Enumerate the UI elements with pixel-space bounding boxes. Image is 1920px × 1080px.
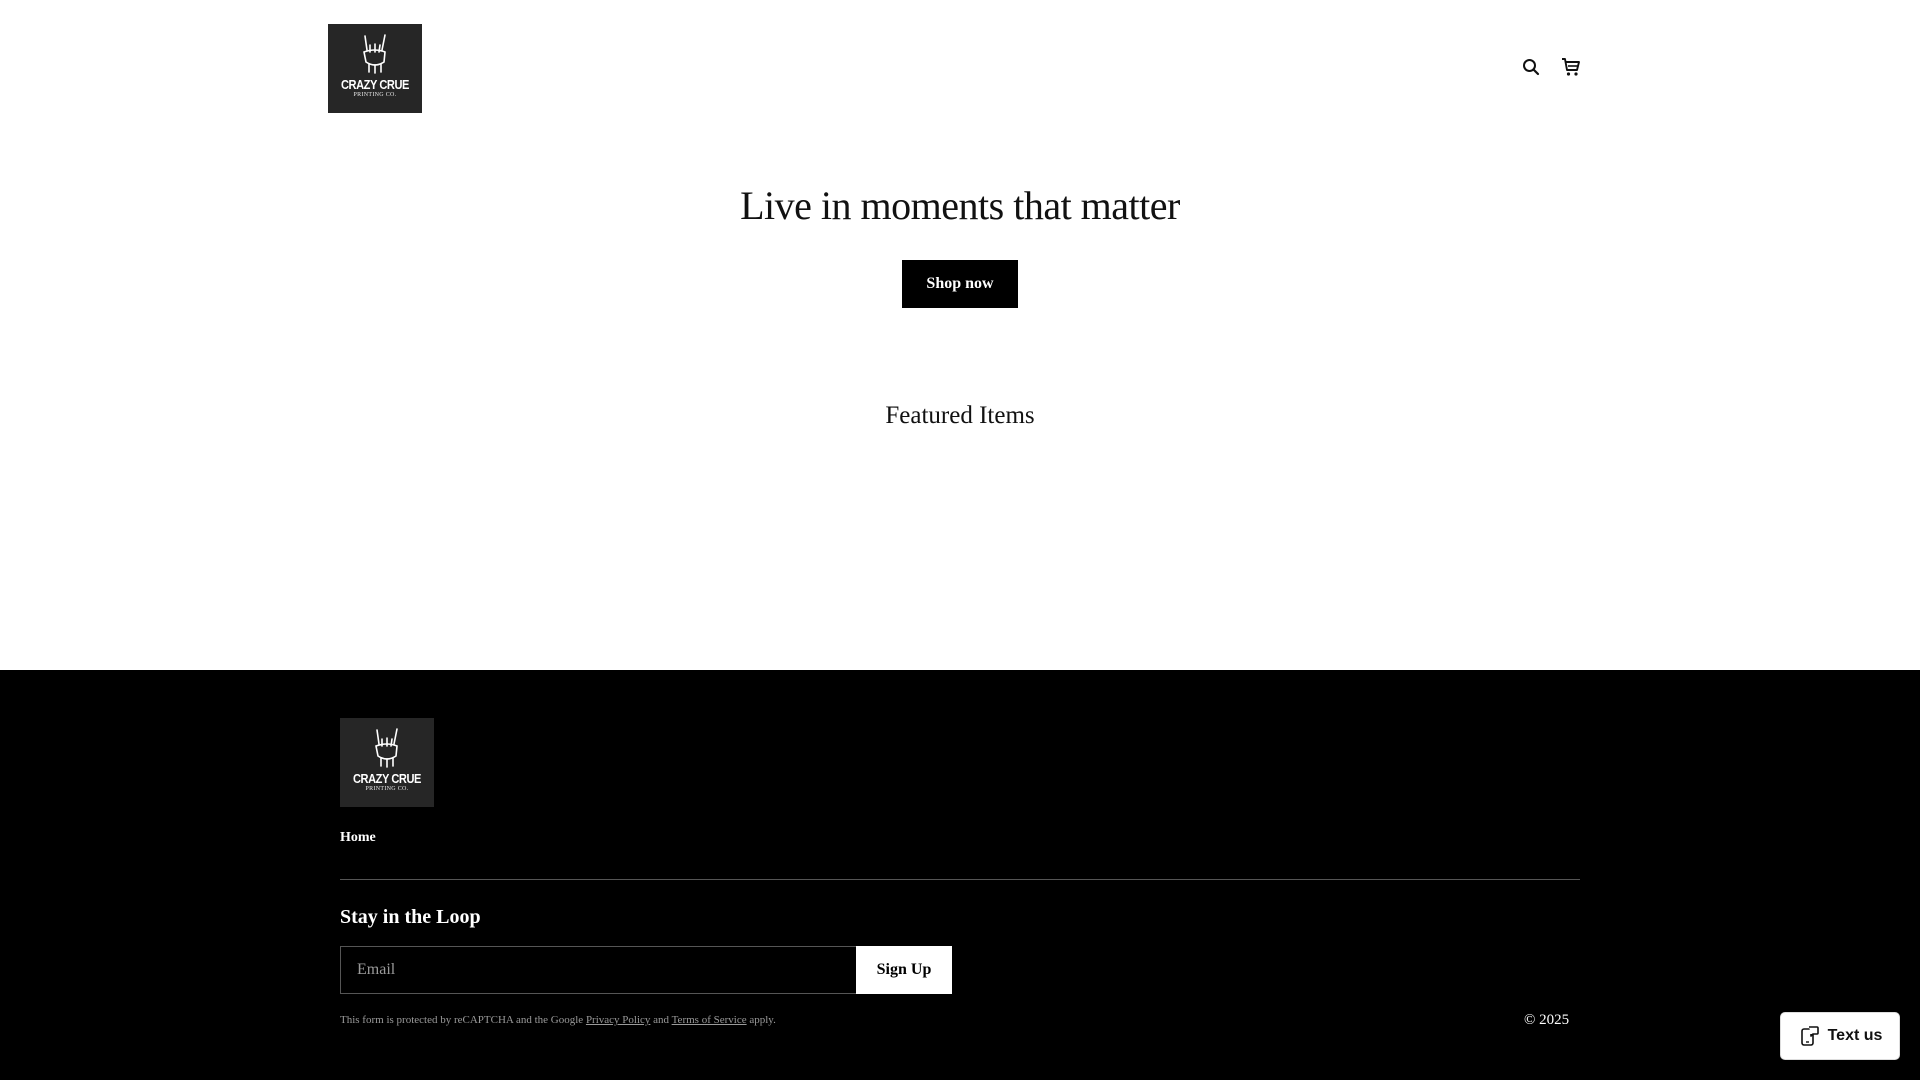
hero-title: Live in moments that matter	[740, 183, 1180, 228]
header-actions	[1520, 56, 1582, 78]
shop-now-button[interactable]: Shop now	[902, 260, 1018, 308]
site-footer: CRAZY CRUE PRINTING CO. Home Stay in the…	[0, 670, 1920, 1080]
featured-items-title: Featured Items	[885, 402, 1035, 429]
logo-brand-text: CRAZY CRUE	[353, 771, 421, 786]
footer-logo[interactable]: CRAZY CRUE PRINTING CO.	[340, 718, 434, 807]
newsletter-title: Stay in the Loop	[340, 906, 481, 928]
logo-sub-text: PRINTING CO.	[365, 786, 409, 792]
logo-sub-text: PRINTING CO.	[353, 92, 397, 98]
text-us-label: Text us	[1827, 1027, 1883, 1044]
rock-hand-icon	[375, 728, 398, 768]
sign-up-button[interactable]: Sign Up	[856, 946, 952, 994]
newsletter-email-input[interactable]	[340, 946, 857, 994]
logo-brand-text: CRAZY CRUE	[341, 77, 409, 92]
chat-phone-icon	[1800, 1026, 1819, 1046]
footer-divider	[340, 879, 1580, 880]
privacy-policy-link[interactable]: Privacy Policy	[586, 1014, 650, 1026]
recaptcha-notice: This form is protected by reCAPTCHA and …	[340, 1014, 776, 1026]
recaptcha-suffix: apply.	[749, 1014, 776, 1026]
recaptcha-and: and	[653, 1014, 670, 1026]
search-icon[interactable]	[1520, 56, 1542, 78]
header-logo[interactable]: CRAZY CRUE PRINTING CO.	[328, 24, 422, 113]
copyright-text: © 2025	[1524, 1012, 1570, 1028]
footer-nav-home[interactable]: Home	[340, 830, 376, 846]
terms-of-service-link[interactable]: Terms of Service	[672, 1014, 747, 1026]
recaptcha-prefix: This form is protected by reCAPTCHA and …	[340, 1014, 584, 1026]
rock-hand-icon	[363, 34, 386, 74]
cart-icon[interactable]	[1560, 56, 1582, 78]
text-us-button[interactable]: Text us	[1780, 1012, 1900, 1060]
site-header: CRAZY CRUE PRINTING CO.	[0, 0, 1920, 130]
